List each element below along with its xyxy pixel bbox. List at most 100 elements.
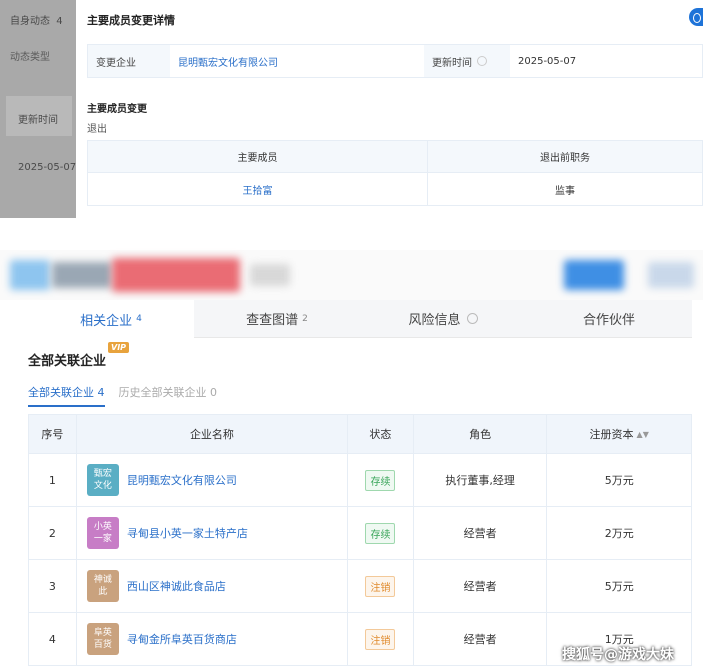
blur-block xyxy=(250,264,290,286)
tab-graph[interactable]: 查查图谱 2 xyxy=(194,300,360,338)
member-change-panel: 自身动态 4 动态类型 更新时间 2025-05-07 主要成员变更详情 变更企… xyxy=(0,0,703,218)
detail-title: 主要成员变更详情 xyxy=(87,14,175,27)
row-index: 3 xyxy=(29,560,77,612)
tab-related-companies[interactable]: 相关企业 4 xyxy=(28,300,194,338)
tab-risk-info[interactable]: 风险信息 xyxy=(360,300,526,338)
status-badge: 存续 xyxy=(365,522,396,544)
row-role: 执行董事,经理 xyxy=(414,454,548,506)
sidebar-item-update-time[interactable]: 更新时间 xyxy=(18,111,58,126)
sidebar-item-activity-type[interactable]: 动态类型 xyxy=(10,48,50,63)
header-index: 序号 xyxy=(29,415,77,453)
info-table: 变更企业 昆明甄宏文化有限公司 更新时间 2025-05-07 xyxy=(87,44,703,78)
row-status: 存续 xyxy=(348,507,414,559)
company-link[interactable]: 昆明甄宏文化有限公司 xyxy=(170,45,424,77)
tab-label: 相关企业 xyxy=(80,313,133,329)
help-circle-icon[interactable] xyxy=(477,56,487,66)
chat-bubble-icon[interactable] xyxy=(689,8,703,26)
subtab-label: 历史全部关联企业 xyxy=(118,386,207,399)
table-row: 1 甄宏 文化 昆明甄宏文化有限公司 存续 执行董事,经理 5万元 xyxy=(29,453,691,506)
subtab-all-related[interactable]: 全部关联企业 4 xyxy=(28,384,105,407)
row-index: 1 xyxy=(29,454,77,506)
row-role: 经营者 xyxy=(414,560,548,612)
member-header-name: 主要成员 xyxy=(88,141,428,172)
tab-label: 合作伙伴 xyxy=(582,313,635,328)
status-badge: 注销 xyxy=(365,575,396,597)
row-capital: 5万元 xyxy=(604,580,634,593)
table-header: 序号 企业名称 状态 角色 注册资本 ▲▼ xyxy=(29,415,691,453)
header-status: 状态 xyxy=(348,415,414,453)
vip-badge: VIP xyxy=(108,342,130,353)
subtab-history-related[interactable]: 历史全部关联企业 0 xyxy=(119,384,218,407)
header-company-name: 企业名称 xyxy=(77,415,349,453)
tab-label: 风险信息 xyxy=(408,313,461,328)
tab-count: 4 xyxy=(136,314,142,324)
row-role: 经营者 xyxy=(414,613,548,665)
subtab-count: 0 xyxy=(210,386,217,399)
row-company: 小英 一家 寻甸县小英一家土特产店 xyxy=(77,507,349,559)
sidebar-item-label: 自身动态 xyxy=(10,16,50,27)
row-status: 注销 xyxy=(348,613,414,665)
blur-block xyxy=(52,262,112,288)
change-detail: 主要成员变更详情 变更企业 昆明甄宏文化有限公司 更新时间 2025-05-07… xyxy=(76,0,703,218)
sort-icon[interactable]: ▲▼ xyxy=(637,430,649,439)
related-companies-panel: 相关企业 4 查查图谱 2 风险信息 合作伙伴 全部关联企业 VIP 全部关联企… xyxy=(0,300,703,670)
companies-table: 序号 企业名称 状态 角色 注册资本 ▲▼ 1 甄宏 文化 昆明甄宏文化有限公司 … xyxy=(28,414,692,666)
row-capital: 5万元 xyxy=(604,474,634,487)
tab-bar: 相关企业 4 查查图谱 2 风险信息 合作伙伴 xyxy=(28,300,692,338)
company-name-link[interactable]: 昆明甄宏文化有限公司 xyxy=(127,472,237,488)
member-header-position: 退出前职务 xyxy=(540,153,590,164)
row-index: 4 xyxy=(29,613,77,665)
row-status: 存续 xyxy=(348,454,414,506)
watermark: 搜狐号@游戏大妹 xyxy=(562,647,674,663)
change-type: 退出 xyxy=(87,124,107,135)
update-time-label: 更新时间 xyxy=(424,45,510,77)
table-row: 2 小英 一家 寻甸县小英一家土特产店 存续 经营者 2万元 xyxy=(29,506,691,559)
sidebar-item-count: 4 xyxy=(56,16,63,27)
company-name-link[interactable]: 寻甸金所阜英百货商店 xyxy=(127,631,237,647)
tab-count: 2 xyxy=(302,313,308,324)
company-label: 变更企业 xyxy=(88,45,170,77)
member-position: 监事 xyxy=(555,185,575,197)
tab-partners[interactable]: 合作伙伴 xyxy=(526,300,692,338)
subtab-label: 全部关联企业 xyxy=(28,386,94,399)
blur-block xyxy=(648,262,694,288)
header-capital-label: 注册资本 xyxy=(589,428,634,441)
row-company: 甄宏 文化 昆明甄宏文化有限公司 xyxy=(77,454,349,506)
row-role: 经营者 xyxy=(414,507,548,559)
sidebar: 自身动态 4 动态类型 更新时间 2025-05-07 xyxy=(0,0,76,218)
header-capital[interactable]: 注册资本 ▲▼ xyxy=(547,415,691,453)
company-name-link[interactable]: 西山区神诚此食品店 xyxy=(127,578,226,594)
status-badge: 注销 xyxy=(365,628,396,650)
company-name-link[interactable]: 寻甸县小英一家土特产店 xyxy=(127,525,248,541)
section-title: 全部关联企业 xyxy=(28,354,107,369)
info-circle-icon xyxy=(466,313,478,324)
blur-block xyxy=(564,260,624,290)
update-time-value: 2025-05-07 xyxy=(518,55,577,67)
table-row: 3 神诚此 西山区神诚此食品店 注销 经营者 5万元 xyxy=(29,559,691,612)
change-title: 主要成员变更 xyxy=(87,104,147,115)
status-badge: 存续 xyxy=(365,469,396,491)
row-company: 神诚此 西山区神诚此食品店 xyxy=(77,560,349,612)
blur-block xyxy=(10,260,50,290)
member-name-link[interactable]: 王拾富 xyxy=(88,173,428,205)
subtab-bar: 全部关联企业 4 历史全部关联企业 0 xyxy=(28,384,217,407)
member-table: 主要成员 退出前职务 王拾富 监事 xyxy=(87,140,703,206)
row-company: 阜英 百货 寻甸金所阜英百货商店 xyxy=(77,613,349,665)
sidebar-item-date: 2025-05-07 xyxy=(18,162,77,173)
row-status: 注销 xyxy=(348,560,414,612)
row-capital: 2万元 xyxy=(604,527,634,540)
company-logo: 甄宏 文化 xyxy=(86,464,119,496)
blurred-banner xyxy=(0,250,703,300)
subtab-count: 4 xyxy=(97,386,105,399)
company-logo: 神诚此 xyxy=(86,570,119,602)
company-logo: 小英 一家 xyxy=(86,517,119,549)
blur-block xyxy=(112,258,240,292)
member-table-header: 主要成员 退出前职务 xyxy=(88,141,702,173)
update-time-label-text: 更新时间 xyxy=(432,57,472,69)
member-row: 王拾富 监事 xyxy=(88,173,702,205)
header-role: 角色 xyxy=(414,415,548,453)
company-logo: 阜英 百货 xyxy=(86,623,119,655)
sidebar-item-self-activity[interactable]: 自身动态 4 xyxy=(10,12,63,27)
tab-label: 查查图谱 xyxy=(246,313,299,328)
row-index: 2 xyxy=(29,507,77,559)
